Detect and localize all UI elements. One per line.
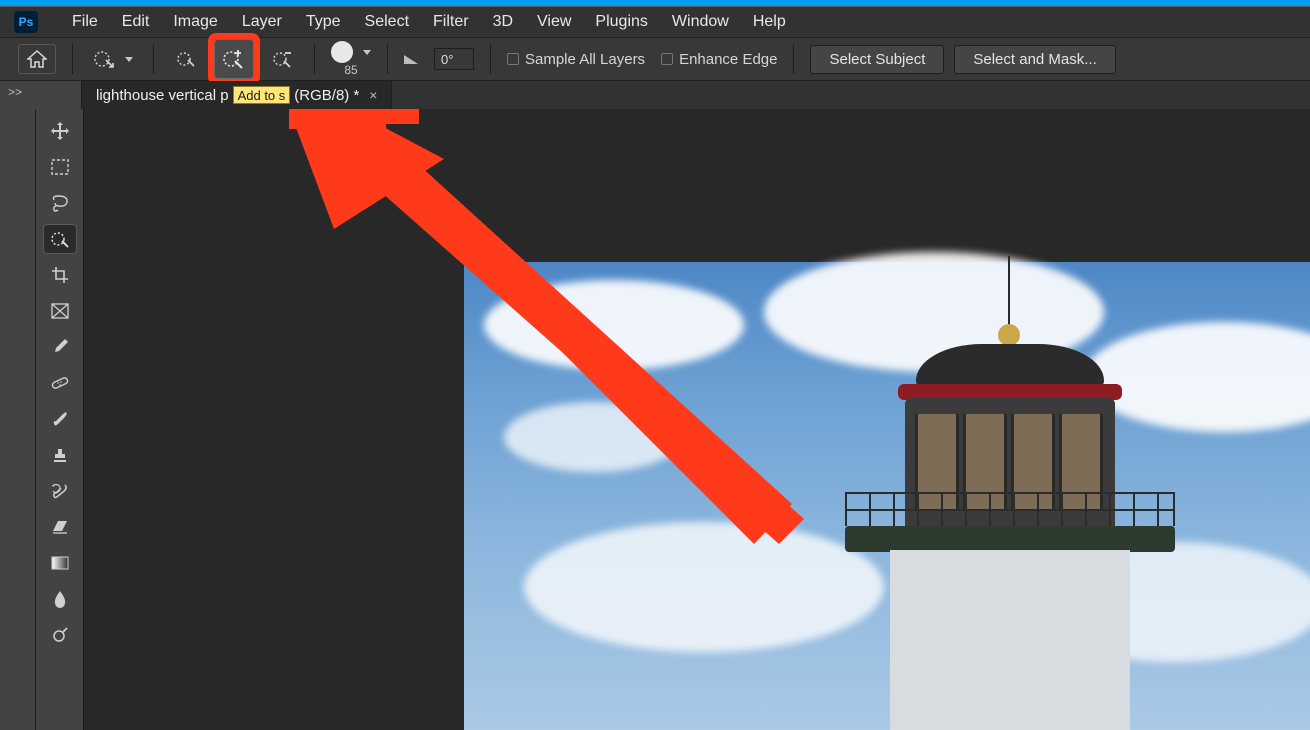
- collapsed-left-panel[interactable]: [0, 109, 36, 730]
- angle-icon: [404, 55, 418, 64]
- add-to-selection-button[interactable]: [214, 39, 254, 79]
- healing-brush-tool[interactable]: [44, 369, 76, 397]
- menu-select[interactable]: Select: [353, 7, 421, 37]
- close-tab-button[interactable]: ×: [369, 87, 377, 103]
- options-bar: 85 0° Sample All Layers Enhance Edge Sel…: [0, 37, 1310, 81]
- photoshop-logo-icon: Ps: [14, 11, 38, 33]
- chevron-down-icon: [125, 57, 133, 62]
- select-and-mask-button[interactable]: Select and Mask...: [954, 45, 1115, 74]
- history-brush-icon: [50, 482, 70, 500]
- document-tab-title-suffix: (RGB/8) *: [294, 87, 359, 104]
- history-brush-tool[interactable]: [44, 477, 76, 505]
- gradient-tool[interactable]: [44, 549, 76, 577]
- canvas-area[interactable]: [84, 109, 1310, 730]
- stamp-icon: [51, 446, 69, 464]
- divider: [793, 44, 794, 74]
- divider: [490, 44, 491, 74]
- droplet-icon: [53, 590, 67, 608]
- tools-panel: [36, 109, 84, 730]
- checkbox-icon: [507, 53, 519, 65]
- eraser-tool[interactable]: [44, 513, 76, 541]
- eraser-icon: [51, 519, 69, 535]
- crop-tool[interactable]: [44, 261, 76, 289]
- eyedropper-tool[interactable]: [44, 333, 76, 361]
- menu-help[interactable]: Help: [741, 7, 798, 37]
- menu-file[interactable]: File: [60, 7, 110, 37]
- brush-preview-icon: [331, 41, 353, 63]
- subtract-from-selection-button[interactable]: [266, 44, 298, 74]
- add-to-selection-icon: [220, 46, 248, 72]
- home-icon: [27, 50, 47, 68]
- sample-all-layers-label: Sample All Layers: [525, 51, 645, 68]
- dodge-icon: [51, 626, 69, 644]
- divider: [72, 44, 73, 74]
- bandage-icon: [50, 374, 70, 392]
- crop-icon: [51, 266, 69, 284]
- photoshop-window: Ps File Edit Image Layer Type Select Fil…: [0, 6, 1310, 730]
- menu-view[interactable]: View: [525, 7, 583, 37]
- quick-selection-tool[interactable]: [44, 225, 76, 253]
- quick-selection-icon: [49, 229, 71, 249]
- dodge-tool[interactable]: [44, 621, 76, 649]
- lasso-icon: [50, 194, 70, 212]
- marquee-icon: [51, 159, 69, 175]
- new-selection-icon: [175, 49, 197, 69]
- home-button[interactable]: [18, 44, 56, 74]
- divider: [387, 44, 388, 74]
- gradient-icon: [51, 556, 69, 570]
- workspace: [0, 109, 1310, 730]
- menu-window[interactable]: Window: [660, 7, 741, 37]
- frame-icon: [51, 303, 69, 319]
- select-subject-button[interactable]: Select Subject: [810, 45, 944, 74]
- document-canvas[interactable]: [464, 262, 1310, 730]
- brush-picker[interactable]: 85: [331, 41, 371, 77]
- subtract-from-selection-icon: [271, 49, 293, 69]
- angle-input[interactable]: 0°: [434, 48, 474, 70]
- divider: [153, 44, 154, 74]
- cloud-shape: [484, 280, 744, 370]
- brush-tool[interactable]: [44, 405, 76, 433]
- tool-preset-picker[interactable]: [89, 46, 137, 72]
- menu-edit[interactable]: Edit: [110, 7, 162, 37]
- clone-stamp-tool[interactable]: [44, 441, 76, 469]
- menu-plugins[interactable]: Plugins: [583, 7, 659, 37]
- selection-mode-group: [170, 33, 298, 85]
- blur-tool[interactable]: [44, 585, 76, 613]
- new-selection-button[interactable]: [170, 44, 202, 74]
- brush-size-value: 85: [344, 63, 357, 77]
- brush-icon: [51, 410, 69, 428]
- frame-tool[interactable]: [44, 297, 76, 325]
- divider: [314, 44, 315, 74]
- document-tab-bar: >> lighthouse vertical p Add to s (RGB/8…: [0, 81, 1310, 109]
- enhance-edge-label: Enhance Edge: [679, 51, 777, 68]
- quick-selection-icon: [93, 48, 117, 70]
- checkbox-icon: [661, 53, 673, 65]
- cloud-shape: [504, 402, 684, 472]
- move-tool[interactable]: [44, 117, 76, 145]
- panel-expand-button[interactable]: >>: [0, 81, 82, 109]
- marquee-tool[interactable]: [44, 153, 76, 181]
- menu-filter[interactable]: Filter: [421, 7, 481, 37]
- document-tab[interactable]: lighthouse vertical p Add to s (RGB/8) *…: [82, 81, 392, 109]
- sample-all-layers-checkbox[interactable]: Sample All Layers: [507, 51, 645, 68]
- lasso-tool[interactable]: [44, 189, 76, 217]
- menu-type[interactable]: Type: [294, 7, 353, 37]
- menu-3d[interactable]: 3D: [481, 7, 525, 37]
- move-icon: [50, 121, 70, 141]
- annotation-highlight-box: [208, 33, 260, 85]
- eyedropper-icon: [51, 338, 69, 356]
- lighthouse-illustration: [730, 290, 1250, 730]
- tooltip-add-to-selection: Add to s: [233, 86, 291, 104]
- document-tab-title-prefix: lighthouse vertical p: [96, 87, 229, 104]
- enhance-edge-checkbox[interactable]: Enhance Edge: [661, 51, 777, 68]
- chevron-down-icon: [363, 50, 371, 55]
